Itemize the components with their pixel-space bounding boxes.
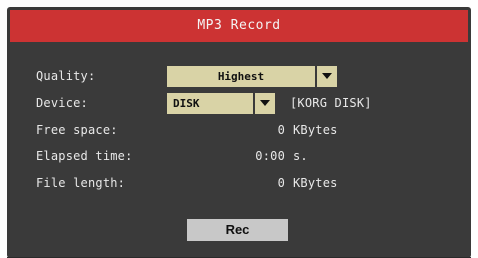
file-length-value: 0 bbox=[277, 176, 285, 190]
elapsed-time-label: Elapsed time: bbox=[36, 149, 133, 163]
rec-button[interactable]: Rec bbox=[187, 219, 288, 241]
elapsed-time-value: 0:00 bbox=[255, 149, 285, 163]
free-space-value: 0 bbox=[277, 123, 285, 137]
file-length-unit: KBytes bbox=[293, 176, 338, 190]
device-select[interactable]: DISK bbox=[167, 93, 275, 114]
elapsed-time-unit: s. bbox=[293, 149, 308, 163]
chevron-down-icon bbox=[260, 100, 270, 106]
device-dropdown-button[interactable] bbox=[253, 93, 275, 114]
device-label: Device: bbox=[36, 96, 88, 110]
dialog-title: MP3 Record bbox=[10, 10, 468, 42]
free-space-label: Free space: bbox=[36, 123, 118, 137]
quality-selected-value: Highest bbox=[217, 70, 265, 83]
device-selected-value: DISK bbox=[173, 97, 200, 110]
quality-label: Quality: bbox=[36, 69, 96, 83]
quality-select[interactable]: Highest bbox=[167, 66, 337, 87]
mp3-record-dialog: MP3 Record Quality: Highest Device: DISK… bbox=[7, 7, 471, 258]
free-space-unit: KBytes bbox=[293, 123, 338, 137]
quality-dropdown-button[interactable] bbox=[315, 66, 337, 87]
device-name: [KORG DISK] bbox=[290, 96, 372, 110]
file-length-label: File length: bbox=[36, 176, 126, 190]
chevron-down-icon bbox=[322, 73, 332, 79]
